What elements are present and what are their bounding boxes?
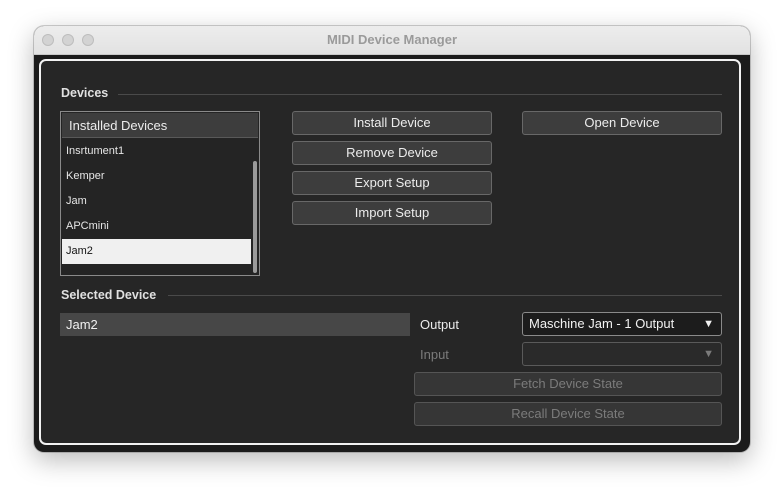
remove-device-button[interactable]: Remove Device [292,141,492,165]
input-select[interactable]: ▼ [522,342,722,366]
fetch-device-state-button[interactable]: Fetch Device State [414,372,722,396]
device-list-item-jam[interactable]: Jam [62,189,251,214]
output-select[interactable]: Maschine Jam - 1 Output ▼ [522,312,722,336]
chevron-down-icon: ▼ [703,348,714,360]
selected-device-section-label: Selected Device [61,288,157,302]
install-device-button[interactable]: Install Device [292,111,492,135]
selected-device-name-field[interactable]: Jam2 [60,313,410,336]
device-list-item-insrtument1[interactable]: Insrtument1 [62,139,251,164]
title-bar[interactable]: MIDI Device Manager [34,26,750,55]
device-list-item-jam2[interactable]: Jam2 [62,239,251,264]
window-title: MIDI Device Manager [326,32,458,47]
export-setup-button[interactable]: Export Setup [292,171,492,195]
open-device-button[interactable]: Open Device [522,111,722,135]
input-label: Input [420,347,449,362]
output-label: Output [420,317,460,332]
devices-section-label: Devices [61,86,109,100]
device-list-scrollbar[interactable] [253,161,257,273]
installed-devices-header: Installed Devices [62,113,258,138]
device-list-item-kemper[interactable]: Kemper [62,164,251,189]
output-select-value: Maschine Jam - 1 Output [529,316,675,331]
import-setup-button[interactable]: Import Setup [292,201,492,225]
devices-section-divider [118,94,722,95]
chevron-down-icon: ▼ [703,318,714,330]
device-list-item-apcmini[interactable]: APCmini [62,214,251,239]
recall-device-state-button[interactable]: Recall Device State [414,402,722,426]
installed-devices-list[interactable]: Installed Devices Insrtument1 Kemper Jam… [60,111,260,276]
selected-device-section-divider [168,295,722,296]
